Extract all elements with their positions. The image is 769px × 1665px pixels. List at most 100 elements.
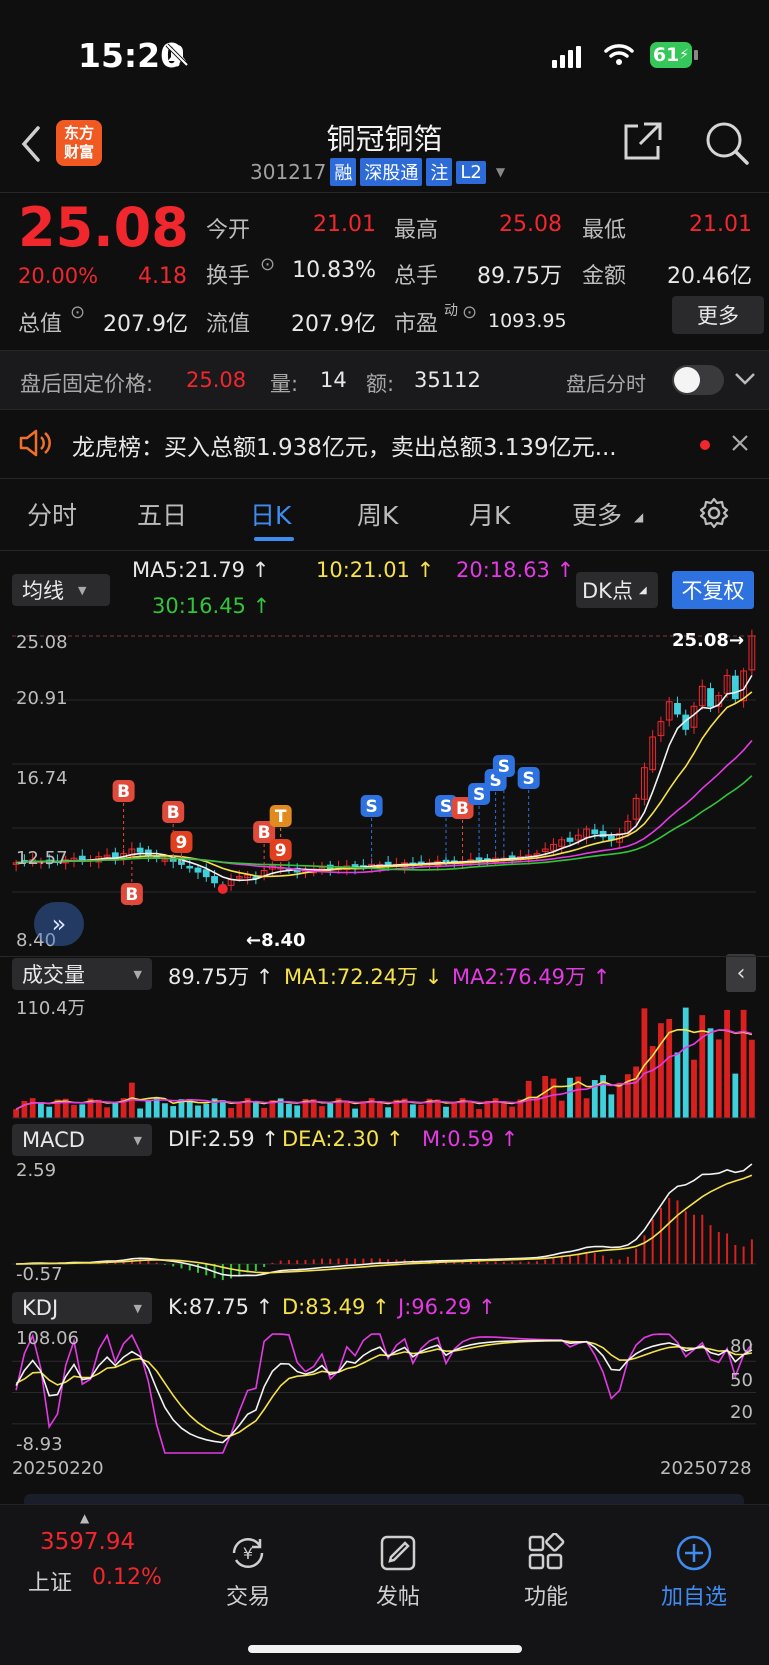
volume-bar bbox=[583, 1098, 590, 1118]
nav-trade-label: 交易 bbox=[225, 1585, 270, 1610]
tag-level2: L2 bbox=[456, 160, 486, 184]
share-icon[interactable] bbox=[620, 120, 664, 164]
toggle-knob bbox=[674, 367, 700, 393]
kline-low-mark: ←8.40 bbox=[246, 930, 306, 951]
candle-body bbox=[145, 849, 152, 856]
bs-mark-label: B bbox=[456, 799, 469, 819]
macd-selector[interactable]: MACD ▼ bbox=[12, 1124, 152, 1156]
field-turnover-value: 10.83% bbox=[292, 258, 376, 283]
volume-bar bbox=[261, 1107, 268, 1118]
edit-icon bbox=[380, 1535, 416, 1571]
header: 东方 财富 铜冠铜箔 301217 融 深股通 注 L2 ▼ bbox=[0, 110, 769, 192]
candle-body bbox=[202, 869, 210, 878]
tab-monthly-k[interactable]: 月K bbox=[469, 496, 510, 532]
no-adjust-button[interactable]: 不复权 bbox=[672, 571, 754, 609]
volume-selector[interactable]: 成交量 ▼ bbox=[12, 958, 152, 990]
wifi-icon bbox=[604, 44, 634, 65]
nav-post[interactable]: 发帖 bbox=[348, 1533, 448, 1611]
gear-icon[interactable] bbox=[697, 496, 731, 530]
field-low-value: 21.01 bbox=[689, 212, 752, 237]
change-amount: 4.18 bbox=[138, 264, 187, 289]
volume-bar bbox=[236, 1101, 243, 1118]
volume-bar bbox=[376, 1102, 383, 1118]
close-icon[interactable] bbox=[731, 434, 749, 452]
status-bar: 15:20 61 ⚡ bbox=[0, 0, 769, 110]
volume-bar bbox=[608, 1094, 615, 1118]
field-turnover-label: 换手 bbox=[206, 264, 251, 289]
field-mktcap-value: 207.9亿 bbox=[103, 312, 188, 337]
tab-daily-k[interactable]: 日K bbox=[250, 496, 291, 532]
candle-body bbox=[566, 837, 574, 842]
candle-body bbox=[136, 847, 144, 853]
volume-chart[interactable] bbox=[0, 992, 769, 1120]
volume-bar bbox=[294, 1105, 301, 1118]
index-expand-caret-icon[interactable]: ▲ bbox=[80, 1511, 89, 1525]
field-pe-sup: 动 bbox=[444, 303, 458, 319]
nav-add-watchlist-label: 加自选 bbox=[660, 1585, 727, 1610]
volume-bar bbox=[71, 1104, 77, 1118]
nav-trade[interactable]: ¥ 交易 bbox=[198, 1533, 298, 1611]
chevron-down-icon[interactable] bbox=[734, 371, 756, 387]
volume-bar bbox=[418, 1104, 425, 1118]
kline-chart[interactable]: BB9 BT9S S BSSSSB bbox=[0, 626, 769, 956]
info-dots-icon[interactable]: ⊙ bbox=[462, 302, 477, 323]
speaker-icon bbox=[19, 429, 51, 457]
macd-line bbox=[16, 1163, 753, 1277]
dk-point-button[interactable]: DK点 ◢ bbox=[576, 572, 658, 608]
candle-body bbox=[508, 855, 516, 858]
bs-mark-label: 9 bbox=[176, 833, 188, 853]
tab-more[interactable]: 更多 bbox=[572, 496, 622, 532]
volume-bar bbox=[732, 1073, 739, 1118]
volume-bar bbox=[327, 1103, 334, 1118]
index-value[interactable]: 3597.94 bbox=[40, 1529, 135, 1555]
dropdown-caret-icon[interactable]: ▼ bbox=[496, 165, 505, 179]
after-hours-bar: 盘后固定价格: 25.08 量: 14 额: 35112 盘后分时 bbox=[0, 351, 769, 409]
volume-bar bbox=[476, 1109, 482, 1118]
candle-body bbox=[194, 867, 202, 873]
volume-bar bbox=[443, 1106, 449, 1118]
volume-bar bbox=[616, 1082, 623, 1118]
volume-bar bbox=[410, 1104, 416, 1118]
tab-weekly-k[interactable]: 周K bbox=[357, 496, 398, 532]
ma-selector[interactable]: 均线 ▼ bbox=[12, 574, 110, 606]
volume-bar bbox=[467, 1100, 474, 1118]
volume-bar bbox=[500, 1102, 507, 1118]
search-icon[interactable] bbox=[704, 120, 750, 166]
kdj-chart[interactable] bbox=[0, 1326, 769, 1456]
field-amount-label: 金额 bbox=[582, 264, 627, 289]
macd-chart[interactable] bbox=[0, 1158, 769, 1292]
volume-bar bbox=[740, 1009, 747, 1118]
volume-bar bbox=[343, 1100, 350, 1118]
field-low-label: 最低 bbox=[582, 218, 627, 243]
caret-icon: ▼ bbox=[78, 583, 87, 597]
kdj-level-20: 20 bbox=[730, 1402, 753, 1423]
volume-bar bbox=[112, 1102, 119, 1118]
volume-bar bbox=[286, 1103, 292, 1118]
tab-five-day[interactable]: 五日 bbox=[137, 496, 187, 532]
volume-bar bbox=[674, 1052, 681, 1118]
nav-post-label: 发帖 bbox=[375, 1585, 420, 1610]
bottom-nav: ▲ 3597.94 上证 0.12% ¥ 交易 发帖 功能 加自选 bbox=[0, 1504, 769, 1665]
volume-ma1: MA1:72.24万 ↓ bbox=[284, 965, 443, 989]
index-pct: 0.12% bbox=[92, 1565, 162, 1590]
kdj-selector[interactable]: KDJ ▼ bbox=[12, 1292, 152, 1324]
expand-double-chevron-icon[interactable]: » bbox=[34, 902, 84, 946]
news-ticker[interactable]: 龙虎榜：买入总额1.938亿元，卖出总额3.139亿元... bbox=[0, 410, 769, 476]
more-button[interactable]: 更多 bbox=[672, 296, 764, 334]
tab-intraday[interactable]: 分时 bbox=[27, 496, 77, 532]
kdj-axis-top: 108.06 bbox=[16, 1328, 79, 1349]
last-price: 25.08 bbox=[18, 196, 189, 259]
nav-add-watchlist[interactable]: 加自选 bbox=[644, 1533, 744, 1611]
volume-bar bbox=[219, 1100, 226, 1118]
info-dots-icon[interactable]: ⊙ bbox=[70, 302, 85, 323]
tag-note: 注 bbox=[426, 158, 453, 186]
change-percent: 20.00% bbox=[18, 264, 99, 288]
macd-lines bbox=[16, 1163, 753, 1277]
volume-bar bbox=[203, 1103, 210, 1118]
after-hours-toggle[interactable] bbox=[672, 365, 724, 395]
macd-line bbox=[16, 1174, 753, 1274]
nav-functions[interactable]: 功能 bbox=[496, 1532, 596, 1611]
field-float-label: 流值 bbox=[206, 312, 251, 337]
collapse-chevron-left-icon[interactable]: ‹ bbox=[726, 954, 756, 992]
info-dots-icon[interactable]: ⊙ bbox=[260, 254, 275, 275]
